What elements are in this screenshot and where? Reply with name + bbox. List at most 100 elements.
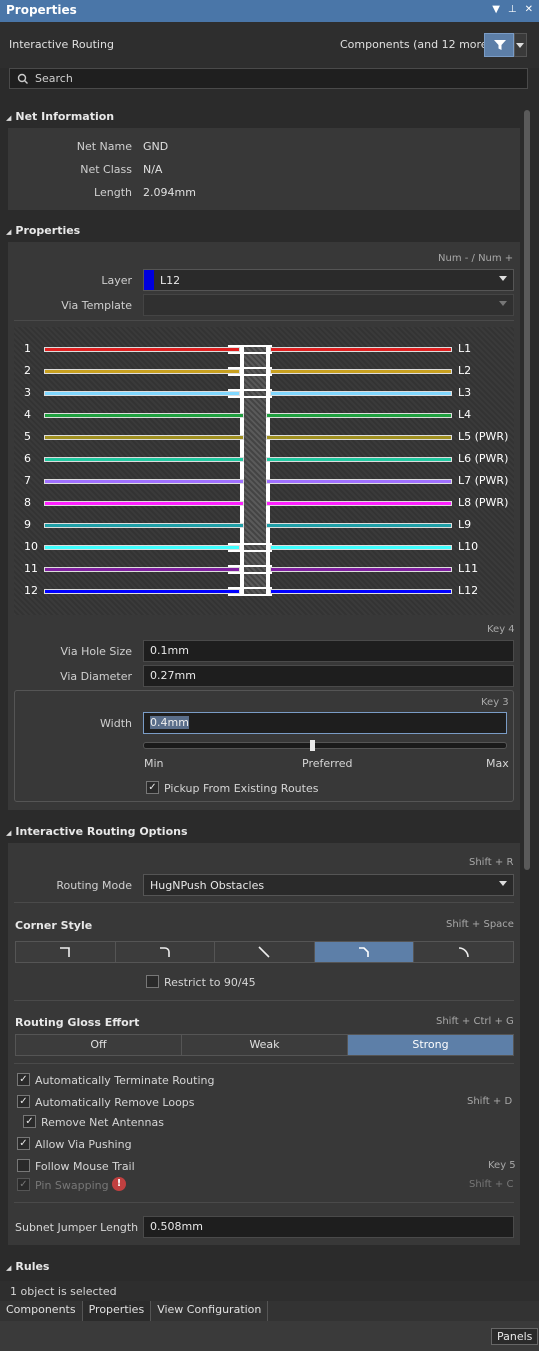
- routing-mode-label: Routing Mode: [56, 879, 132, 892]
- divider: [14, 1063, 514, 1064]
- follow-mouse-checkbox[interactable]: [17, 1159, 30, 1172]
- width-label: Width: [100, 717, 132, 730]
- panels-button[interactable]: Panels: [491, 1328, 539, 1345]
- layer-trace-left: [44, 435, 244, 440]
- layer-trace-right: [266, 523, 452, 528]
- corner-style-group: [15, 941, 514, 963]
- net-name-label: Net Name: [76, 140, 132, 153]
- gloss-strong-button[interactable]: Strong: [348, 1035, 513, 1055]
- section-routing-options[interactable]: ◢ Interactive Routing Options: [6, 825, 188, 838]
- remove-antennas-label: Remove Net Antennas: [41, 1116, 164, 1129]
- filter-dropdown-button[interactable]: [514, 33, 527, 57]
- layer-row: 4 L4: [14, 405, 514, 427]
- layer-shortcut-hint: Num - / Num +: [438, 253, 514, 264]
- layer-trace-right: [270, 567, 452, 572]
- chevron-down-icon: [499, 301, 507, 306]
- pin-swapping-checkbox[interactable]: ✓: [17, 1178, 30, 1191]
- layer-trace-left: [44, 545, 240, 550]
- corner-90-button[interactable]: [16, 942, 116, 962]
- search-box[interactable]: Search: [9, 68, 528, 89]
- funnel-icon: [494, 40, 506, 50]
- layer-number: 11: [24, 562, 38, 575]
- divider: [14, 902, 514, 903]
- scrollbar[interactable]: [523, 96, 531, 1276]
- layer-trace-right: [270, 391, 452, 396]
- layer-name: L5 (PWR): [458, 430, 509, 443]
- pin-icon[interactable]: ⊥: [508, 4, 517, 15]
- routing-mode-select[interactable]: HugNPush Obstacles: [143, 874, 514, 896]
- divider: [14, 320, 514, 321]
- section-net-information[interactable]: ◢ Net Information: [6, 110, 114, 123]
- key4-hint: Key 4: [487, 624, 515, 635]
- via-pad: [228, 367, 272, 376]
- layer-trace-left: [44, 589, 240, 594]
- layer-trace-right: [266, 435, 452, 440]
- layer-number: 7: [24, 474, 31, 487]
- layer-number: 1: [24, 342, 31, 355]
- width-slider-thumb[interactable]: [310, 740, 316, 751]
- via-pad: [228, 565, 272, 574]
- layer-trace-left: [44, 523, 244, 528]
- width-input[interactable]: 0.4mm: [143, 712, 507, 734]
- remove-antennas-checkbox[interactable]: ✓: [23, 1115, 36, 1128]
- collapse-triangle-icon: ◢: [6, 829, 12, 837]
- menu-arrow-icon[interactable]: ▼: [492, 4, 500, 15]
- layer-trace-right: [266, 501, 452, 506]
- corner-arc-button[interactable]: [414, 942, 513, 962]
- layer-select[interactable]: L12: [143, 269, 514, 291]
- layer-trace-left: [44, 479, 244, 484]
- corner-90-arc-button[interactable]: [115, 942, 216, 962]
- net-class-label: Net Class: [80, 163, 132, 176]
- close-icon[interactable]: ✕: [525, 4, 533, 15]
- selection-status: 1 object is selected: [10, 1285, 117, 1298]
- follow-mouse-hint: Key 5: [488, 1160, 516, 1171]
- layer-number: 6: [24, 452, 31, 465]
- routing-mode-value: HugNPush Obstacles: [150, 879, 265, 892]
- layer-number: 12: [24, 584, 38, 597]
- gloss-weak-button[interactable]: Weak: [182, 1035, 348, 1055]
- layer-row: 10 L10: [14, 537, 514, 559]
- gloss-off-button[interactable]: Off: [16, 1035, 182, 1055]
- gloss-effort-group: Off Weak Strong: [15, 1034, 514, 1056]
- tab-components[interactable]: Components: [0, 1301, 83, 1321]
- restrict-checkbox[interactable]: [146, 975, 159, 988]
- pin-swapping-label: Pin Swapping: [35, 1179, 109, 1192]
- layer-trace-left: [44, 567, 240, 572]
- layer-row: 5 L5 (PWR): [14, 427, 514, 449]
- corner-45-button[interactable]: [215, 942, 315, 962]
- subnet-jumper-input[interactable]: 0.508mm: [143, 1216, 514, 1238]
- corner-45-arc-button[interactable]: [314, 942, 415, 962]
- via-template-select[interactable]: [143, 294, 514, 316]
- search-input[interactable]: Search: [35, 72, 73, 85]
- via-hole-size-input[interactable]: 0.1mm: [143, 640, 514, 662]
- layer-number: 5: [24, 430, 31, 443]
- chevron-down-icon: [499, 881, 507, 886]
- layer-trace-left: [44, 413, 244, 418]
- allow-via-pushing-checkbox[interactable]: ✓: [17, 1137, 30, 1150]
- warning-icon[interactable]: !: [112, 1177, 126, 1191]
- key3-hint: Key 3: [481, 697, 509, 708]
- layer-row: 11 L11: [14, 559, 514, 581]
- section-properties[interactable]: ◢ Properties: [6, 224, 80, 237]
- layer-trace-left: [44, 347, 240, 352]
- layer-row: 1 L1: [14, 339, 514, 361]
- corner-90-arc-icon: [159, 947, 170, 957]
- auto-remove-loops-checkbox[interactable]: ✓: [17, 1095, 30, 1108]
- layer-row: 9 L9: [14, 515, 514, 537]
- auto-terminate-checkbox[interactable]: ✓: [17, 1073, 30, 1086]
- net-name-value: GND: [143, 140, 169, 153]
- scrollbar-thumb[interactable]: [524, 110, 530, 870]
- corner-style-hint: Shift + Space: [446, 919, 514, 930]
- tab-view-configuration[interactable]: View Configuration: [151, 1301, 269, 1321]
- layer-label: Layer: [101, 274, 132, 287]
- section-rules[interactable]: ◢ Rules: [6, 1260, 49, 1273]
- filter-button[interactable]: [484, 33, 514, 57]
- pickup-checkbox[interactable]: ✓: [146, 781, 159, 794]
- tab-properties[interactable]: Properties: [82, 1301, 152, 1321]
- layer-number: 3: [24, 386, 31, 399]
- mode-label: Interactive Routing: [9, 38, 114, 51]
- layer-name: L12: [458, 584, 479, 597]
- via-diameter-input[interactable]: 0.27mm: [143, 665, 514, 687]
- layer-trace-right: [270, 589, 452, 594]
- width-slider[interactable]: [143, 742, 507, 749]
